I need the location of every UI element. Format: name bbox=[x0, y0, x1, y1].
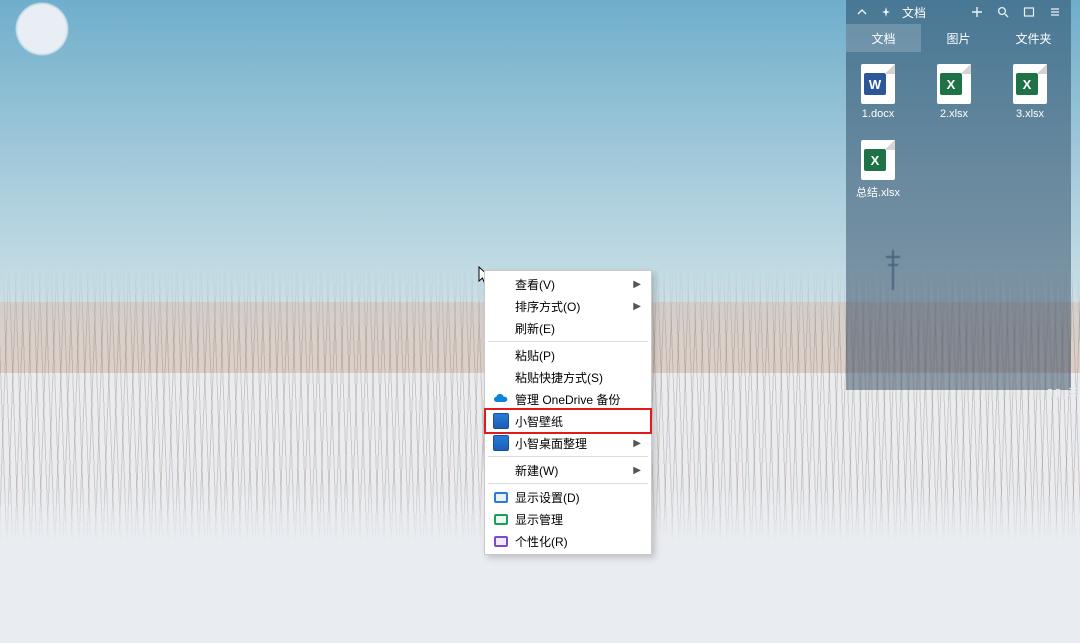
window-button[interactable] bbox=[1021, 4, 1037, 20]
file-label: 总结.xlsx bbox=[856, 184, 900, 200]
menu-refresh[interactable]: 刷新(E) bbox=[487, 317, 649, 339]
excel-file-icon: X bbox=[937, 64, 971, 104]
tab-images[interactable]: 图片 bbox=[921, 24, 996, 52]
menu-refresh-label: 刷新(E) bbox=[515, 320, 555, 337]
menu-wallpaper-label: 小智壁纸 bbox=[515, 413, 563, 430]
onedrive-icon bbox=[493, 391, 509, 407]
menu-sort-label: 排序方式(O) bbox=[515, 298, 580, 315]
excel-file-icon: X bbox=[1013, 64, 1047, 104]
menu-paste-label: 粘贴(P) bbox=[515, 347, 555, 364]
collapse-icon[interactable] bbox=[854, 4, 870, 20]
menu-desktop-arrange-label: 小智桌面整理 bbox=[515, 435, 587, 452]
display-settings-icon bbox=[493, 489, 509, 505]
menu-onedrive-label: 管理 OneDrive 备份 bbox=[515, 391, 620, 408]
menu-new-label: 新建(W) bbox=[515, 462, 558, 479]
menu-new[interactable]: 新建(W) ▶ bbox=[487, 459, 649, 481]
file-label: 3.xlsx bbox=[1016, 108, 1044, 120]
file-item[interactable]: X 总结.xlsx bbox=[852, 140, 904, 200]
pin-icon[interactable] bbox=[878, 4, 894, 20]
menu-separator bbox=[488, 456, 648, 457]
file-item[interactable]: W 1.docx bbox=[852, 64, 904, 120]
panel-titlebar[interactable]: 文档 bbox=[846, 0, 1071, 24]
menu-sort[interactable]: 排序方式(O) ▶ bbox=[487, 295, 649, 317]
file-label: 2.xlsx bbox=[940, 108, 968, 120]
word-file-icon: W bbox=[861, 64, 895, 104]
personalize-icon bbox=[493, 533, 509, 549]
menu-xiaozhi-wallpaper[interactable]: 小智壁纸 bbox=[487, 410, 649, 432]
desktop-organizer-icon bbox=[493, 435, 509, 451]
menu-button[interactable] bbox=[1047, 4, 1063, 20]
menu-display-settings-label: 显示设置(D) bbox=[515, 489, 580, 506]
menu-display-settings[interactable]: 显示设置(D) bbox=[487, 486, 649, 508]
menu-personalize-label: 个性化(R) bbox=[515, 533, 568, 550]
desktop-context-menu: 查看(V) ▶ 排序方式(O) ▶ 刷新(E) 粘贴(P) 粘贴快捷方式(S) … bbox=[484, 270, 652, 555]
tab-folders[interactable]: 文件夹 bbox=[996, 24, 1071, 52]
menu-paste[interactable]: 粘贴(P) bbox=[487, 344, 649, 366]
menu-separator bbox=[488, 483, 648, 484]
panel-tabs: 文档 图片 文件夹 bbox=[846, 24, 1071, 52]
search-button[interactable] bbox=[995, 4, 1011, 20]
tab-folders-label: 文件夹 bbox=[1015, 30, 1051, 47]
tab-documents[interactable]: 文档 bbox=[846, 24, 921, 52]
highlight-box bbox=[484, 408, 652, 434]
menu-separator bbox=[488, 341, 648, 342]
file-label: 1.docx bbox=[862, 108, 894, 120]
menu-xiaozhi-desktop[interactable]: 小智桌面整理 ▶ bbox=[487, 432, 649, 454]
file-grid: W 1.docx X 2.xlsx X 3.xlsx X 总结.xlsx bbox=[846, 52, 1071, 212]
tab-documents-label: 文档 bbox=[871, 30, 895, 47]
submenu-arrow-icon: ▶ bbox=[633, 279, 641, 290]
panel-title: 文档 bbox=[902, 4, 926, 21]
menu-paste-shortcut-label: 粘贴快捷方式(S) bbox=[515, 369, 603, 386]
wallpaper-app-icon bbox=[493, 413, 509, 429]
tab-images-label: 图片 bbox=[946, 30, 970, 47]
file-item[interactable]: X 2.xlsx bbox=[928, 64, 980, 120]
menu-view-label: 查看(V) bbox=[515, 276, 555, 293]
menu-paste-shortcut[interactable]: 粘贴快捷方式(S) bbox=[487, 366, 649, 388]
display-manage-icon bbox=[493, 511, 509, 527]
documents-fence-panel: 文档 文档 图片 文件夹 W 1.docx X 2. bbox=[846, 0, 1071, 390]
file-item[interactable]: X 3.xlsx bbox=[1004, 64, 1056, 120]
excel-file-icon: X bbox=[861, 140, 895, 180]
menu-display-manage-label: 显示管理 bbox=[515, 511, 563, 528]
submenu-arrow-icon: ▶ bbox=[633, 301, 641, 312]
add-button[interactable] bbox=[969, 4, 985, 20]
submenu-arrow-icon: ▶ bbox=[633, 438, 641, 449]
submenu-arrow-icon: ▶ bbox=[633, 465, 641, 476]
edge-handle[interactable]: ▮▮ ☰ bbox=[1047, 386, 1080, 399]
menu-view[interactable]: 查看(V) ▶ bbox=[487, 273, 649, 295]
menu-display-manage[interactable]: 显示管理 bbox=[487, 508, 649, 530]
menu-personalize[interactable]: 个性化(R) bbox=[487, 530, 649, 552]
menu-onedrive-backup[interactable]: 管理 OneDrive 备份 bbox=[487, 388, 649, 410]
